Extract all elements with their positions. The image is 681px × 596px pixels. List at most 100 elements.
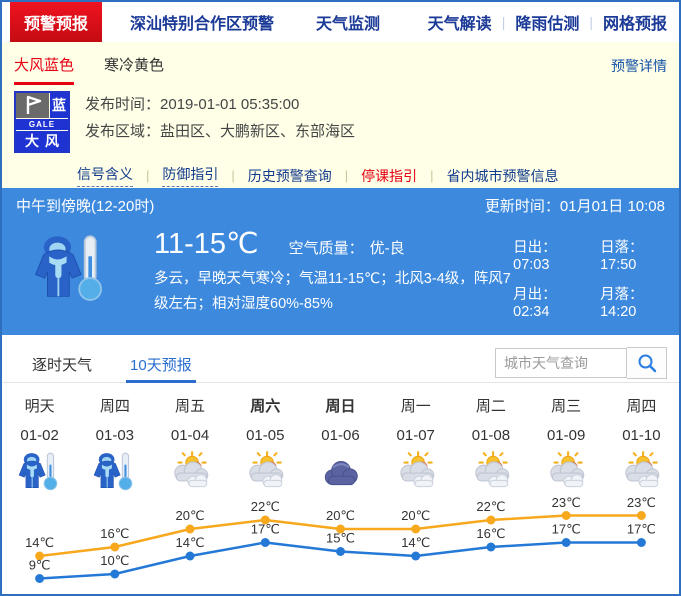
partly-cloudy-icon <box>378 451 453 493</box>
gale-flag-icon <box>16 93 49 118</box>
high-temp-label: 22℃ <box>476 499 505 514</box>
partly-cloudy-icon <box>228 451 303 493</box>
publish-time-label: 发布时间： <box>85 96 160 113</box>
warning-link-3[interactable]: 历史预警查询 <box>248 166 332 186</box>
warning-links: 信号含义|防御指引|历史预警查询|停课指引|省内城市预警信息 <box>77 164 667 187</box>
forecast-section: 逐时天气 10天预报 明天01-02周四01-03周五01-04周六01-05周日… <box>2 335 679 596</box>
nav-tab-3[interactable]: 天气监测 <box>302 2 394 42</box>
low-temp-point <box>637 538 646 547</box>
warning-link-4[interactable]: 停课指引 <box>361 166 417 186</box>
low-temp-label: 14℃ <box>176 535 205 550</box>
day-date: 01-07 <box>378 427 453 444</box>
publish-area-label: 发布区域： <box>85 123 160 140</box>
warning-tabs: 大风蓝色 寒冷黄色 预警详情 <box>14 50 667 82</box>
partly-cloudy-icon <box>152 451 227 493</box>
warning-link-5[interactable]: 省内城市预警信息 <box>447 166 559 186</box>
city-search <box>495 347 667 379</box>
warning-link-2[interactable]: 防御指引 <box>162 164 218 187</box>
partly-cloudy-icon <box>529 451 604 493</box>
cold-icon <box>77 451 152 493</box>
warning-link-separator: | <box>430 168 433 183</box>
day-date: 01-05 <box>228 427 303 444</box>
temperature-chart: 14℃16℃20℃22℃20℃20℃22℃23℃23℃9℃10℃14℃17℃15… <box>2 495 679 596</box>
forecast-tabs: 逐时天气 10天预报 <box>2 347 679 383</box>
sun-moon-value: 14:20 <box>600 304 636 320</box>
low-temp-label: 16℃ <box>476 526 505 541</box>
partly-cloudy-icon <box>453 451 528 493</box>
gale-blue-warning-icon: 蓝 GALE 大风 <box>14 91 70 153</box>
high-temp-point <box>637 511 646 520</box>
publish-time-row: 发布时间：2019-01-01 05:35:00 <box>85 91 355 118</box>
high-temp-point <box>110 543 119 552</box>
weather-description: 多云，早晚天气寒冷；气温11-15℃；北风3-4级，阵风7级左右；相对湿度60%… <box>154 267 513 317</box>
nav-separator: | <box>502 14 506 30</box>
partly-cloudy-icon <box>604 451 679 493</box>
forecast-day-01-10[interactable]: 周四01-10 <box>604 395 679 493</box>
forecast-day-01-07[interactable]: 周一 01-07 <box>378 395 453 493</box>
forecast-day-01-06[interactable]: 周日01-06 <box>303 395 378 493</box>
air-quality-value: 优-良 <box>370 240 405 257</box>
day-name: 周四 <box>77 395 152 416</box>
nav-tab-2[interactable]: 深汕特别合作区预警 <box>116 2 288 42</box>
forecast-day-01-08[interactable]: 周二 01-08 <box>453 395 528 493</box>
forecast-tab-2[interactable]: 10天预报 <box>130 347 192 382</box>
low-temp-point <box>486 543 495 552</box>
forecast-day-01-09[interactable]: 周三01-09 <box>529 395 604 493</box>
high-temp-point <box>411 525 420 534</box>
publish-time-value: 2019-01-01 05:35:00 <box>160 96 299 113</box>
low-temp-point <box>562 538 571 547</box>
warning-tab-1[interactable]: 大风蓝色 <box>14 54 74 79</box>
search-button[interactable] <box>627 347 667 379</box>
nav-link-3[interactable]: 网格预报 <box>603 10 667 34</box>
high-temp-label: 20℃ <box>401 508 430 523</box>
main-nav-tabs: 预警预报深汕特别合作区预警天气监测 <box>10 2 394 42</box>
sun-moon-times: 日出：07:03日落：17:50月出：02:34月落：14:20 <box>513 236 665 320</box>
temperature-range: 11-15℃ <box>154 226 259 261</box>
high-temp-point <box>186 525 195 534</box>
temp-row: 11-15℃ 空气质量：优-良 <box>154 226 513 261</box>
day-date: 01-08 <box>453 427 528 444</box>
chart-wrap: 14℃16℃20℃22℃20℃20℃22℃23℃23℃9℃10℃14℃17℃15… <box>2 495 679 596</box>
forecast-day-01-03[interactable]: 周四01-03 <box>77 395 152 493</box>
sun-moon-item-3: 月出：02:34 <box>513 283 576 320</box>
day-name: 周一 <box>378 395 453 416</box>
low-temp-label: 10℃ <box>100 553 129 568</box>
cold-weather-icon <box>32 230 112 314</box>
sun-moon-label: 日落： <box>600 240 644 256</box>
search-input[interactable] <box>495 348 627 378</box>
search-icon <box>636 352 658 374</box>
day-name: 周二 <box>453 395 528 416</box>
forecast-period: 中午到傍晚(12-20时) <box>16 195 154 216</box>
warning-detail-link[interactable]: 预警详情 <box>611 56 667 76</box>
warning-name-text: 大风 <box>16 131 68 151</box>
day-date: 01-06 <box>303 427 378 444</box>
low-temp-point <box>336 547 345 556</box>
warning-link-separator: | <box>146 168 149 183</box>
warning-link-separator: | <box>231 168 234 183</box>
warning-tab-2[interactable]: 寒冷黄色 <box>104 54 164 79</box>
high-temp-label: 20℃ <box>326 508 355 523</box>
low-temp-point <box>186 552 195 561</box>
sun-moon-value: 02:34 <box>513 304 549 320</box>
main-nav: 预警预报深汕特别合作区预警天气监测 天气解读 | 降雨估测 | 网格预报 <box>2 2 679 42</box>
sun-moon-label: 日出： <box>513 240 557 256</box>
cloudy-icon <box>303 451 378 493</box>
sun-moon-value: 07:03 <box>513 257 549 273</box>
day-name: 周五 <box>152 395 227 416</box>
forecast-day-01-05[interactable]: 周六01-05 <box>228 395 303 493</box>
nav-tab-1[interactable]: 预警预报 <box>10 2 102 42</box>
weather-page: 预警预报深汕特别合作区预警天气监测 天气解读 | 降雨估测 | 网格预报 大风蓝色 寒冷黄… <box>0 0 681 596</box>
current-main: 11-15℃ 空气质量：优-良 多云，早晚天气寒冷；气温11-15℃；北风3-4… <box>154 226 513 320</box>
low-temp-point <box>110 570 119 579</box>
warning-link-1[interactable]: 信号含义 <box>77 164 133 187</box>
high-temp-label: 23℃ <box>627 495 656 510</box>
forecast-tab-1[interactable]: 逐时天气 <box>32 347 92 382</box>
low-temp-label: 14℃ <box>401 535 430 550</box>
low-temp-label: 15℃ <box>326 531 355 546</box>
warning-level-text: 蓝 <box>50 93 68 118</box>
nav-link-1[interactable]: 天气解读 <box>428 10 492 34</box>
nav-separator: | <box>589 14 593 30</box>
forecast-day-01-02[interactable]: 明天01-02 <box>2 395 77 493</box>
forecast-day-01-04[interactable]: 周五01-04 <box>152 395 227 493</box>
nav-link-2[interactable]: 降雨估测 <box>515 10 579 34</box>
